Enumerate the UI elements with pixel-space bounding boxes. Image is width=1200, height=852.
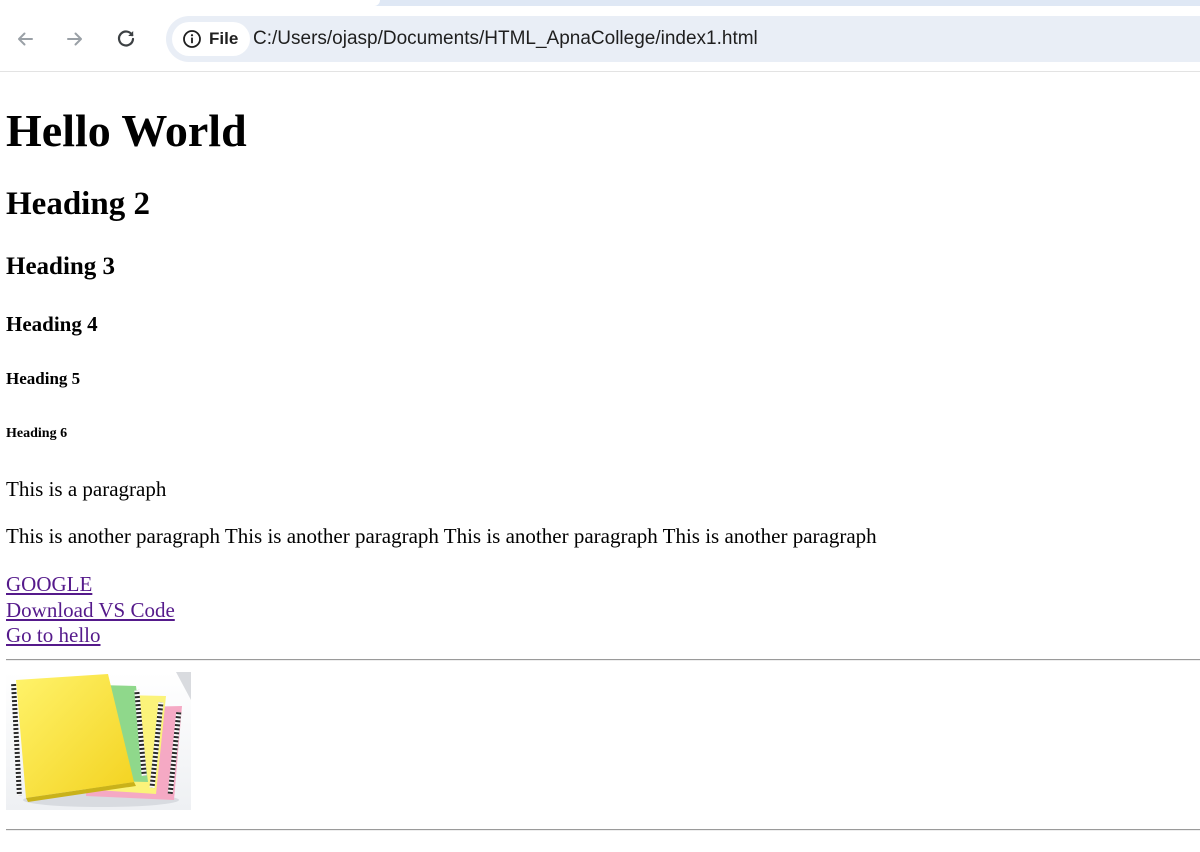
page-content: Hello World Heading 2 Heading 3 Heading … [0,72,1200,852]
back-button[interactable] [8,22,42,56]
forward-button[interactable] [58,22,92,56]
notebooks-image [6,672,191,810]
heading-4: Heading 4 [6,312,98,336]
paragraph: This is a paragraph [6,477,167,501]
heading-3: Heading 3 [6,253,116,280]
heading-2: Heading 2 [6,186,150,222]
paragraph: This is another paragraph This is anothe… [6,524,877,548]
security-chip-label: File [209,29,239,48]
site-info-chip[interactable]: File [172,22,251,56]
link-list: GOOGLE Download VS Code Go to hello [6,572,175,649]
google-link[interactable]: GOOGLE [6,572,175,598]
arrow-left-icon [18,32,33,46]
info-icon [183,30,201,48]
heading-6: Heading 6 [6,426,68,441]
download-vscode-link[interactable]: Download VS Code [6,598,175,624]
address-bar[interactable]: File C:/Users/ojasp/Documents/HTML_ApnaC… [166,16,1200,62]
active-tab[interactable] [0,0,380,6]
browser-toolbar: File C:/Users/ojasp/Documents/HTML_ApnaC… [0,0,1200,72]
go-to-hello-link[interactable]: Go to hello [6,623,175,649]
horizontal-rule [6,829,1200,831]
url-text[interactable]: C:/Users/ojasp/Documents/HTML_ApnaColleg… [253,16,758,62]
heading-5: Heading 5 [6,369,81,388]
heading-1: Hello World [6,105,247,156]
tab-strip [0,0,1200,6]
horizontal-rule [6,659,1200,661]
arrow-right-icon [67,32,82,46]
reload-button[interactable] [109,22,143,56]
reload-icon [117,30,135,47]
